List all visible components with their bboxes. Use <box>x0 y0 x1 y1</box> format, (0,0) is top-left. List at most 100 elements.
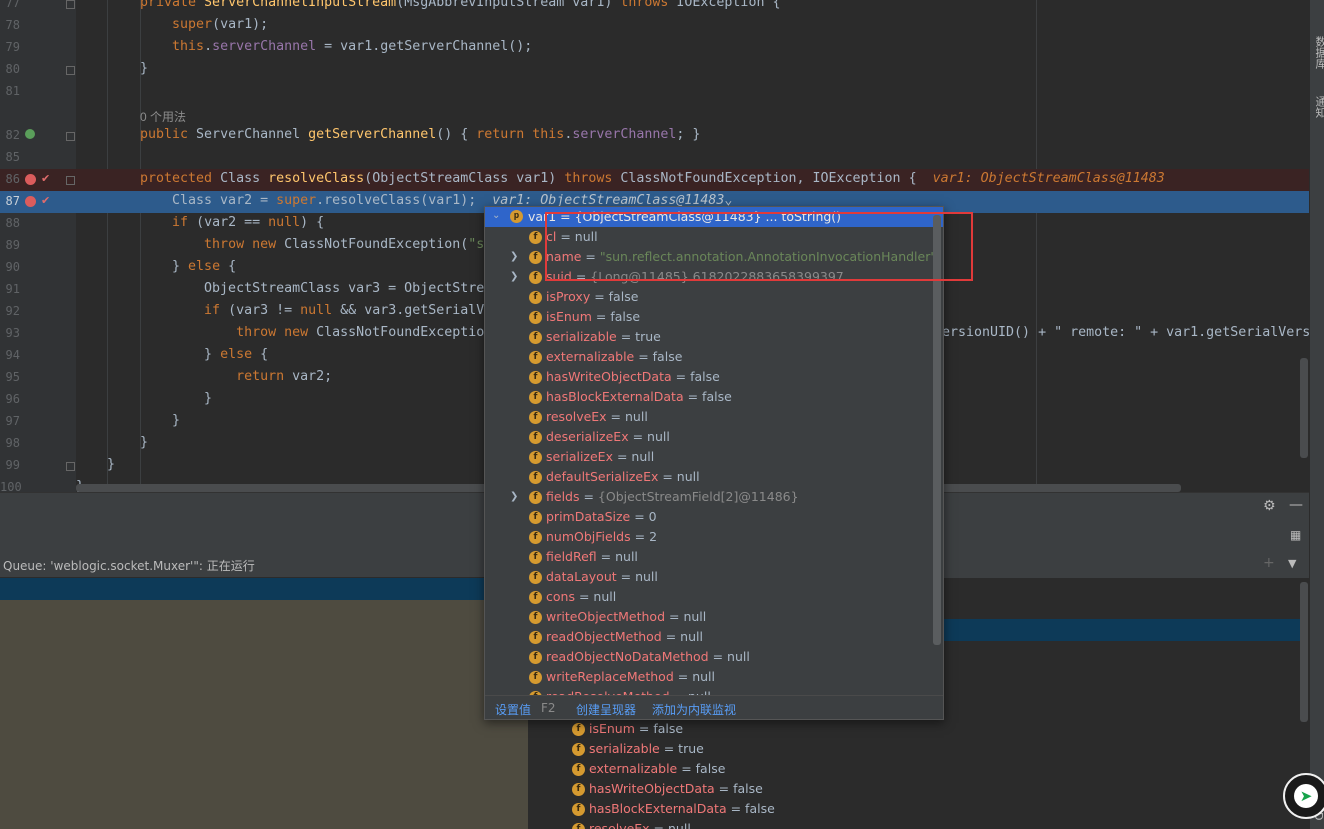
code-token: null <box>300 303 341 318</box>
code-line[interactable]: 79 this.serverChannel = var1.getServerCh… <box>0 37 1309 59</box>
popup-field-row[interactable]: ❯ f fields = {ObjectStreamField[2]@11486} <box>510 488 929 508</box>
fold-toggle-icon[interactable] <box>66 66 75 75</box>
chevron-down-icon[interactable]: ▼ <box>1288 557 1296 570</box>
popup-field-row[interactable]: f fieldRefl = null <box>529 548 929 568</box>
chevron-right-icon[interactable]: ❯ <box>510 491 518 502</box>
chevron-right-icon[interactable]: ❯ <box>510 271 518 282</box>
set-value-link[interactable]: 设置值 <box>495 701 531 718</box>
selected-frame[interactable] <box>0 578 528 600</box>
code-token: ; } <box>676 127 701 142</box>
fold-toggle-icon[interactable] <box>66 0 75 9</box>
field-name: readObjectNoDataMethod <box>546 649 709 664</box>
code-line[interactable]: 78 super(var1); <box>0 15 1309 37</box>
create-renderer-link[interactable]: 创建呈现器 <box>576 701 636 718</box>
code-text: } <box>140 435 148 450</box>
popup-field-row[interactable]: f readObjectMethod = null <box>529 628 929 648</box>
variable-row[interactable]: f hasWriteObjectData = false <box>572 780 972 800</box>
code-line[interactable]: 85 <box>0 147 1309 169</box>
variable-row[interactable]: f hasBlockExternalData = false <box>572 800 972 820</box>
chevron-down-icon[interactable]: ⌄ <box>492 210 500 221</box>
popup-field-row[interactable]: f writeObjectMethod = null <box>529 608 929 628</box>
debug-value-popup[interactable]: ⌄ p var1 = {ObjectStreamClass@11483} ...… <box>484 206 944 720</box>
thread-selector[interactable]: Queue: 'weblogic.socket.Muxer'": 正在运行 <box>0 552 490 578</box>
popup-field-row[interactable]: freadResolveMethod = null <box>529 688 929 695</box>
add-inline-watch-link[interactable]: 添加为内联监视 <box>652 701 736 718</box>
popup-field-row[interactable]: f writeReplaceMethod = null <box>529 668 929 688</box>
variables-scrollbar[interactable] <box>1300 582 1308 722</box>
field-name: serializable <box>546 329 617 344</box>
popup-field-row[interactable]: f numObjFields = 2 <box>529 528 929 548</box>
add-watch-icon[interactable]: + <box>1263 555 1275 571</box>
floating-assistant-button[interactable]: ➤ <box>1283 773 1324 819</box>
database-tool-tab[interactable]: 数据库 <box>1312 36 1324 69</box>
popup-field-row[interactable]: f resolveEx = null <box>529 408 929 428</box>
variable-row[interactable]: f resolveEx = null <box>572 820 972 829</box>
fold-toggle-icon[interactable] <box>66 462 75 471</box>
editor-vertical-scrollbar[interactable] <box>1300 358 1308 458</box>
code-line[interactable]: 80} <box>0 59 1309 81</box>
popup-field-row[interactable]: f isProxy = false <box>529 288 929 308</box>
code-token: return this <box>476 127 565 142</box>
equals-sign: = <box>665 609 684 624</box>
code-line[interactable]: 0 个用法 <box>0 103 1309 125</box>
fold-toggle-icon[interactable] <box>66 176 75 185</box>
variable-row[interactable]: f externalizable = false <box>572 760 972 780</box>
popup-field-row[interactable]: f primDataSize = 0 <box>529 508 929 528</box>
field-value: null <box>680 629 703 644</box>
breakpoint-check-icon[interactable]: ✔ <box>41 172 50 185</box>
line-number: 92 <box>5 304 20 318</box>
field-value: true <box>635 329 661 344</box>
popup-field-row[interactable]: f cons = null <box>529 588 929 608</box>
breakpoint-icon[interactable] <box>25 196 36 207</box>
fold-toggle-icon[interactable] <box>66 132 75 141</box>
popup-field-row[interactable]: f dataLayout = null <box>529 568 929 588</box>
code-line[interactable]: 81 <box>0 81 1309 103</box>
layout-icon[interactable]: ▦ <box>1290 528 1301 542</box>
popup-field-row[interactable]: f hasWriteObjectData = false <box>529 368 929 388</box>
popup-field-row[interactable]: f externalizable = false <box>529 348 929 368</box>
code-line[interactable]: 86 protected Class resolveClass(ObjectStr… <box>0 169 1309 191</box>
code-text-tail: ersionUID() + " remote: " + var1.getSeri… <box>942 325 1309 340</box>
minimize-icon[interactable]: — <box>1289 497 1303 513</box>
equals-sign: = <box>628 429 648 444</box>
code-token: { <box>260 347 269 362</box>
code-text: super(var1); <box>140 17 268 32</box>
code-text: private ServerChannelInputStream(MsgAbbr… <box>140 0 780 10</box>
popup-field-row[interactable]: f deserializeEx = null <box>529 428 929 448</box>
field-value: null <box>647 429 670 444</box>
code-text: } <box>140 413 180 428</box>
popup-field-row[interactable]: f readObjectNoDataMethod = null <box>529 648 929 668</box>
override-marker-icon[interactable] <box>25 129 35 139</box>
popup-field-row[interactable]: f isEnum = false <box>529 308 929 328</box>
gear-icon[interactable]: ⚙ <box>1263 498 1276 514</box>
variable-row[interactable]: f isEnum = false <box>572 720 972 740</box>
popup-field-row[interactable]: f serializeEx = null <box>529 448 929 468</box>
frames-list[interactable] <box>0 578 528 829</box>
line-number: 87 <box>5 194 20 208</box>
breakpoint-icon[interactable] <box>25 174 36 185</box>
code-line[interactable]: 77 private ServerChannelInputStream(MsgAb… <box>0 0 1309 15</box>
variable-name: hasBlockExternalData <box>589 801 727 816</box>
line-number: 99 <box>5 458 20 472</box>
popup-field-row[interactable]: f serializable = true <box>529 328 929 348</box>
code-text: ObjectStreamClass var3 = ObjectStre <box>140 281 484 296</box>
popup-field-row[interactable]: f defaultSerializeEx = null <box>529 468 929 488</box>
code-token: serverChannel <box>212 39 317 54</box>
notifications-tool-tab[interactable]: 通知 <box>1312 96 1324 118</box>
breakpoint-check-icon[interactable]: ✔ <box>41 194 50 207</box>
equals-sign: = <box>630 509 649 524</box>
variable-row[interactable]: f serializable = true <box>572 740 972 760</box>
field-icon: f <box>529 651 542 664</box>
chevron-right-icon[interactable]: ❯ <box>510 251 518 262</box>
variable-value: true <box>678 741 704 756</box>
usage-hint[interactable]: 0 个用法 <box>140 108 186 125</box>
code-token: ClassNotFoundException( <box>284 237 469 252</box>
code-token: (MsgAbbrevInputStream var1) <box>396 0 621 10</box>
line-number: 82 <box>5 128 20 142</box>
code-line[interactable]: 82 public ServerChannel getServerChannel(… <box>0 125 1309 147</box>
line-number: 93 <box>5 326 20 340</box>
popup-field-row[interactable]: f hasBlockExternalData = false <box>529 388 929 408</box>
